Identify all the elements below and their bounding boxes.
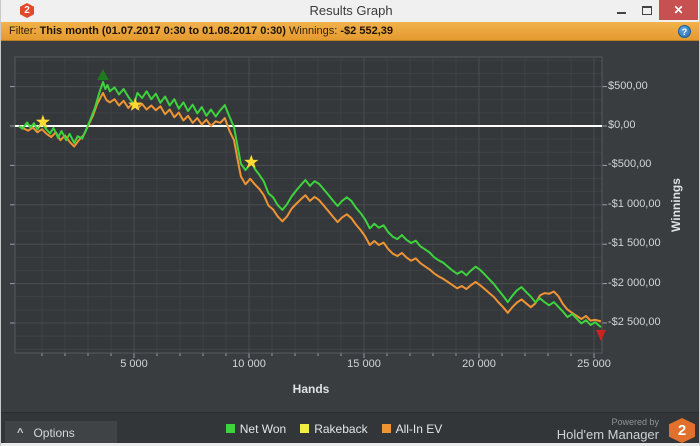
minimize-icon: [616, 12, 626, 14]
x-tick-label: 5 000: [120, 358, 148, 370]
winnings-label: Winnings:: [289, 25, 338, 37]
window-title: Results Graph: [309, 3, 393, 18]
legend-item-rakeback: Rakeback: [300, 421, 368, 436]
x-tick-label: 20 000: [462, 358, 496, 370]
y-tick-label: -$2 500,00: [608, 316, 661, 328]
chart-region: $500,00 $0,00 -$500,00 -$1 000,00 -$1 500,00…: [1, 41, 700, 412]
brand-label: Hold'em Manager: [556, 427, 659, 442]
filter-bar: Filter: This month (01.07.2017 0:30 to 0…: [1, 22, 699, 41]
holdem-manager-logo: 2: [669, 418, 695, 443]
results-graph-window: 2 Results Graph ✕ Filter: This month (01…: [0, 0, 700, 446]
y-tick-label: $500,00: [608, 79, 648, 92]
legend-label: All-In EV: [395, 421, 443, 436]
maximize-button[interactable]: [635, 0, 659, 20]
rakeback-swatch-icon: [300, 424, 310, 433]
legend-label: Rakeback: [314, 421, 368, 436]
net-won-swatch-icon: [225, 424, 235, 433]
close-icon: ✕: [673, 3, 684, 17]
legend-item-all-in-ev: All-In EV: [381, 421, 443, 436]
minimize-button[interactable]: [609, 0, 633, 20]
help-icon[interactable]: ?: [678, 25, 691, 38]
x-tick-label: 25 000: [577, 358, 611, 370]
x-tick-label: 10 000: [232, 358, 266, 370]
y-tick-label: -$500,00: [608, 158, 652, 171]
x-axis-title: Hands: [292, 382, 330, 396]
legend-item-net-won: Net Won: [225, 421, 287, 436]
y-tick-label: -$1 000,00: [608, 197, 661, 210]
filter-range-value: This month (01.07.2017 0:30 to 01.08.201…: [39, 25, 286, 37]
maximize-icon: [642, 5, 652, 15]
y-tick-label: -$2 000,00: [608, 276, 661, 289]
title-bar[interactable]: 2 Results Graph ✕: [1, 0, 699, 22]
legend-label: Net Won: [239, 421, 287, 436]
close-button[interactable]: ✕: [659, 0, 698, 20]
powered-by-block: Powered by Hold'em Manager: [557, 417, 659, 442]
powered-by-label: Powered by: [611, 417, 659, 427]
y-tick-label: $0,00: [608, 119, 636, 131]
plot-area[interactable]: [1, 41, 700, 412]
y-tick-label: -$1 500,00: [608, 237, 661, 250]
all-in-ev-swatch-icon: [381, 424, 391, 433]
filter-prefix-label: Filter:: [9, 25, 37, 37]
x-tick-label: 15 000: [347, 358, 381, 370]
y-axis-title: Winnings: [669, 178, 683, 232]
bottom-bar: ^ Options Net Won Rakeback All-In EV Pow…: [1, 412, 699, 446]
winnings-value: -$2 552,39: [340, 25, 393, 37]
